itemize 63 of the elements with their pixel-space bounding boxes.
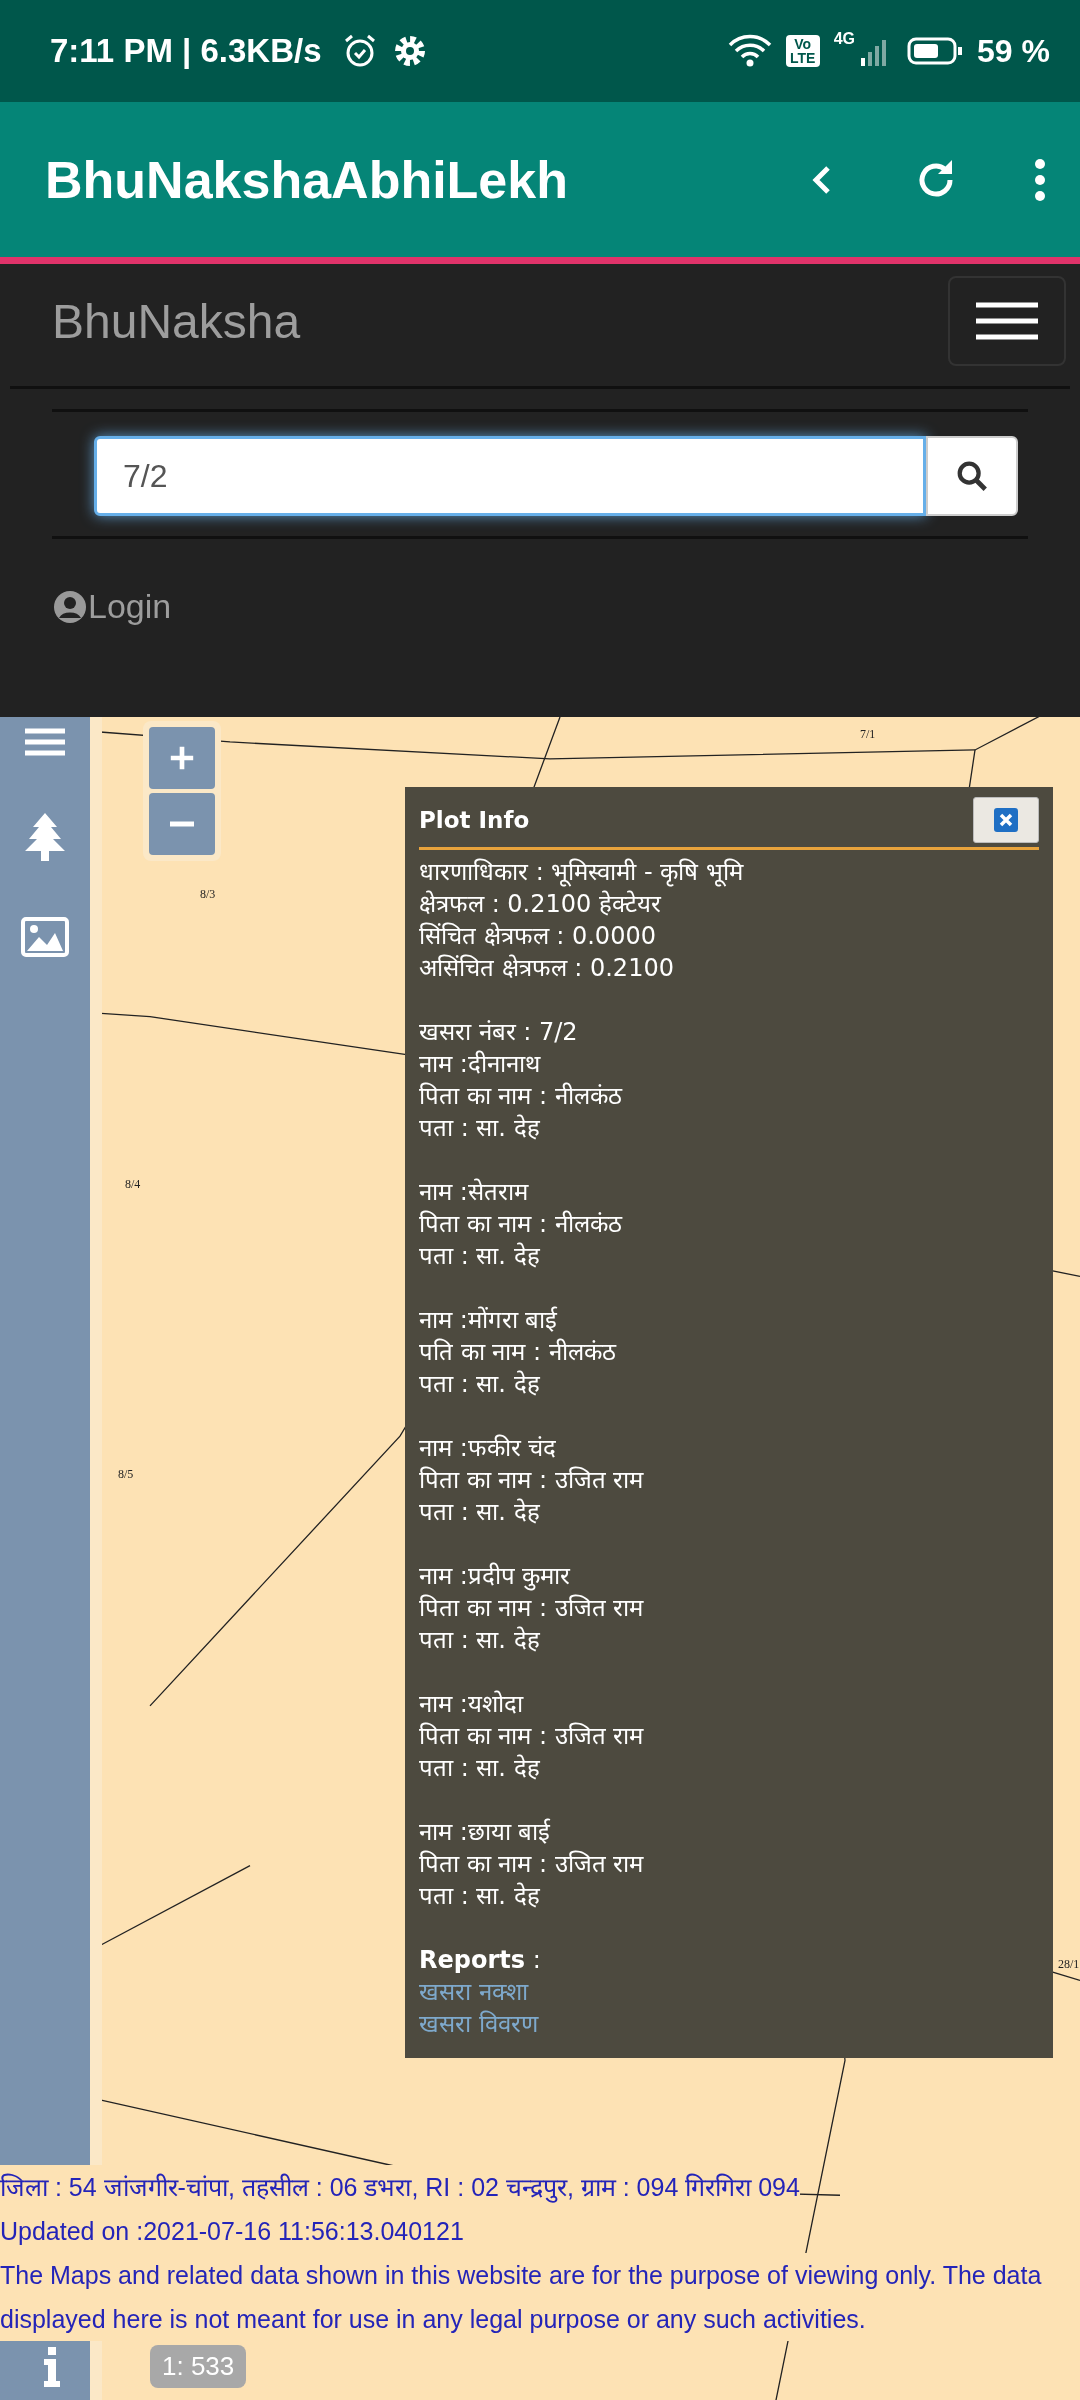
info-icon[interactable]	[42, 2346, 62, 2387]
parcel-label: 28/1	[1058, 1957, 1080, 1972]
parcel-label: 8/4	[125, 1177, 141, 1192]
battery-icon	[907, 36, 964, 66]
app-title: BhuNakshaAbhiLekh	[45, 149, 569, 210]
owner-name: नाम :दीनानाथ	[419, 1049, 540, 1080]
site-brand[interactable]: BhuNaksha	[52, 293, 301, 349]
search-icon	[955, 459, 989, 493]
search-field[interactable]: 7/2	[94, 436, 926, 516]
owner-relation: पति का नाम : नीलकंठ	[419, 1337, 616, 1368]
khasra-number: खसरा नंबर : 7/2	[419, 1017, 578, 1048]
owner-address: पता : सा. देह	[419, 1241, 540, 1272]
parcel-label: 8/3	[200, 887, 216, 902]
report-link[interactable]: खसरा विवरण	[419, 2008, 538, 2040]
owner-relation: पिता का नाम : उजित राम	[419, 1849, 644, 1880]
parcel-label: 7/1	[860, 727, 876, 742]
plot-detail: धारणाधिकार : भूमिस्वामी - कृषि भूमि	[419, 857, 743, 888]
search-button[interactable]	[926, 436, 1018, 516]
tree-icon[interactable]	[25, 813, 65, 861]
menu-icon[interactable]	[25, 727, 65, 757]
plus-icon	[168, 744, 196, 772]
owner-name: नाम :फकीर चंद	[419, 1433, 557, 1464]
owner-relation: पिता का नाम : उजित राम	[419, 1465, 644, 1496]
scale-bar: 1: 533	[150, 2345, 247, 2388]
owner-name: नाम :यशोदा	[419, 1689, 523, 1720]
battery-percent: 59 %	[977, 32, 1050, 70]
close-button[interactable]	[973, 797, 1039, 843]
menu-icon	[976, 301, 1038, 341]
image-icon[interactable]	[21, 917, 69, 957]
owner-relation: पिता का नाम : नीलकंठ	[419, 1209, 622, 1240]
owner-address: पता : सा. देह	[419, 1497, 540, 1528]
plot-detail: क्षेत्रफल : 0.2100 हेक्टेयर	[419, 889, 661, 920]
login-link[interactable]: Login	[52, 587, 1070, 626]
owner-name: नाम :प्रदीप कुमार	[419, 1561, 571, 1592]
owner-address: पता : सा. देह	[419, 1113, 540, 1144]
plot-detail: सिंचित क्षेत्रफल : 0.0000	[419, 921, 656, 952]
report-link[interactable]: खसरा नक्शा	[419, 1976, 528, 2008]
owner-relation: पिता का नाम : नीलकंठ	[419, 1081, 622, 1112]
owner-relation: पिता का नाम : उजित राम	[419, 1721, 644, 1752]
zoom-in-button[interactable]	[149, 727, 215, 789]
status-time: 7:11 PM | 6.3KB/s	[50, 32, 322, 70]
user-icon	[52, 588, 88, 625]
close-icon	[994, 808, 1018, 832]
reports-label: Reports :	[419, 1945, 541, 1976]
zoom-out-button[interactable]	[149, 793, 215, 855]
owner-relation: पिता का नाम : उजित राम	[419, 1593, 644, 1624]
volte-badge: Vo LTE	[785, 35, 820, 67]
location-text: जिला : 54 जांजगीर-चांपा, तहसील : 06 डभरा, RI : 02 चन्द्रपुर, ग्राम : 094 गिरगिरा 094	[0, 2165, 800, 2209]
plot-detail: असिंचित क्षेत्रफल : 0.2100	[419, 953, 674, 984]
updated-text: Updated on :2021-07-16 11:56:13.040121	[0, 2209, 464, 2253]
minus-icon	[170, 821, 194, 827]
owner-name: नाम :सेतराम	[419, 1177, 528, 1208]
menu-button[interactable]	[948, 276, 1066, 366]
wifi-icon	[727, 33, 772, 69]
network-type: 4G	[833, 30, 856, 48]
owner-address: पता : सा. देह	[419, 1881, 540, 1912]
owner-address: पता : सा. देह	[419, 1369, 540, 1400]
panel-title: Plot Info	[419, 807, 530, 833]
owner-address: पता : सा. देह	[419, 1625, 540, 1656]
owner-name: नाम :मोंगरा बाई	[419, 1305, 558, 1336]
owner-name: नाम :छाया बाई	[419, 1817, 551, 1848]
owner-address: पता : सा. देह	[419, 1753, 540, 1784]
parcel-label: 8/5	[118, 1467, 134, 1482]
